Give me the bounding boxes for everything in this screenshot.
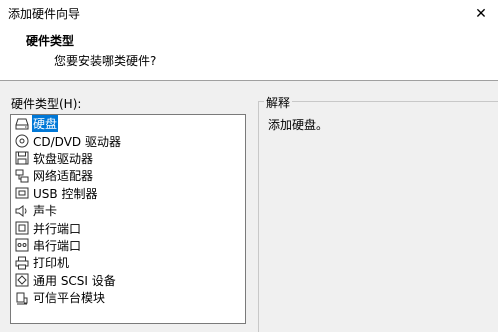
hard-disk-icon — [15, 117, 29, 131]
list-item-label: 声卡 — [33, 204, 58, 219]
close-button[interactable]: ✕ — [464, 0, 498, 28]
list-item-label: 并行端口 — [33, 221, 82, 236]
list-item-scsi[interactable]: 通用 SCSI 设备 — [11, 272, 245, 289]
list-item-label: 可信平台模块 — [33, 291, 106, 306]
list-item-printer[interactable]: 打印机 — [11, 254, 245, 271]
floppy-icon — [15, 151, 29, 165]
page-title: 硬件类型 — [26, 34, 75, 48]
cd-dvd-icon — [15, 134, 29, 148]
list-item-hard-disk[interactable]: 硬盘 — [11, 115, 245, 133]
list-item-label: 硬盘 — [32, 115, 59, 133]
tpm-icon — [15, 291, 29, 305]
scsi-icon — [15, 273, 29, 287]
title-bar: 添加硬件向导 ✕ — [0, 0, 498, 28]
wizard-header: 硬件类型 您要安装哪类硬件? — [0, 28, 498, 81]
list-item-label: 软盘驱动器 — [33, 151, 94, 166]
explanation-text: 添加硬盘。 — [268, 118, 329, 132]
parallel-port-icon — [15, 221, 29, 235]
list-item-network-adapter[interactable]: 网络适配器 — [11, 167, 245, 184]
page-subtitle: 您要安装哪类硬件? — [54, 54, 157, 68]
list-item-sound-card[interactable]: 声卡 — [11, 202, 245, 219]
list-item-label: CD/DVD 驱动器 — [33, 134, 121, 149]
list-item-label: 网络适配器 — [33, 169, 94, 184]
hardware-type-label: 硬件类型(H): — [11, 97, 82, 111]
hardware-type-list[interactable]: 硬盘 CD/DVD 驱动器 软盘驱动器 网络适配器 USB 控制器 声卡 并行端… — [10, 114, 246, 324]
speaker-icon — [15, 204, 29, 218]
list-item-serial-port[interactable]: 串行端口 — [11, 237, 245, 254]
network-adapter-icon — [15, 169, 29, 183]
list-item-parallel-port[interactable]: 并行端口 — [11, 219, 245, 236]
list-item-cd-dvd[interactable]: CD/DVD 驱动器 — [11, 132, 245, 149]
usb-icon — [15, 186, 29, 200]
list-item-label: 串行端口 — [33, 238, 82, 253]
explanation-label: 解释 — [264, 94, 293, 111]
serial-port-icon — [15, 238, 29, 252]
window-title: 添加硬件向导 — [8, 7, 81, 21]
list-item-tpm[interactable]: 可信平台模块 — [11, 289, 245, 306]
list-item-label: 打印机 — [33, 256, 70, 271]
explanation-group — [258, 101, 498, 332]
list-item-usb[interactable]: USB 控制器 — [11, 185, 245, 202]
list-item-label: 通用 SCSI 设备 — [33, 273, 116, 288]
printer-icon — [15, 256, 29, 270]
list-item-label: USB 控制器 — [33, 186, 98, 201]
list-item-floppy[interactable]: 软盘驱动器 — [11, 150, 245, 167]
